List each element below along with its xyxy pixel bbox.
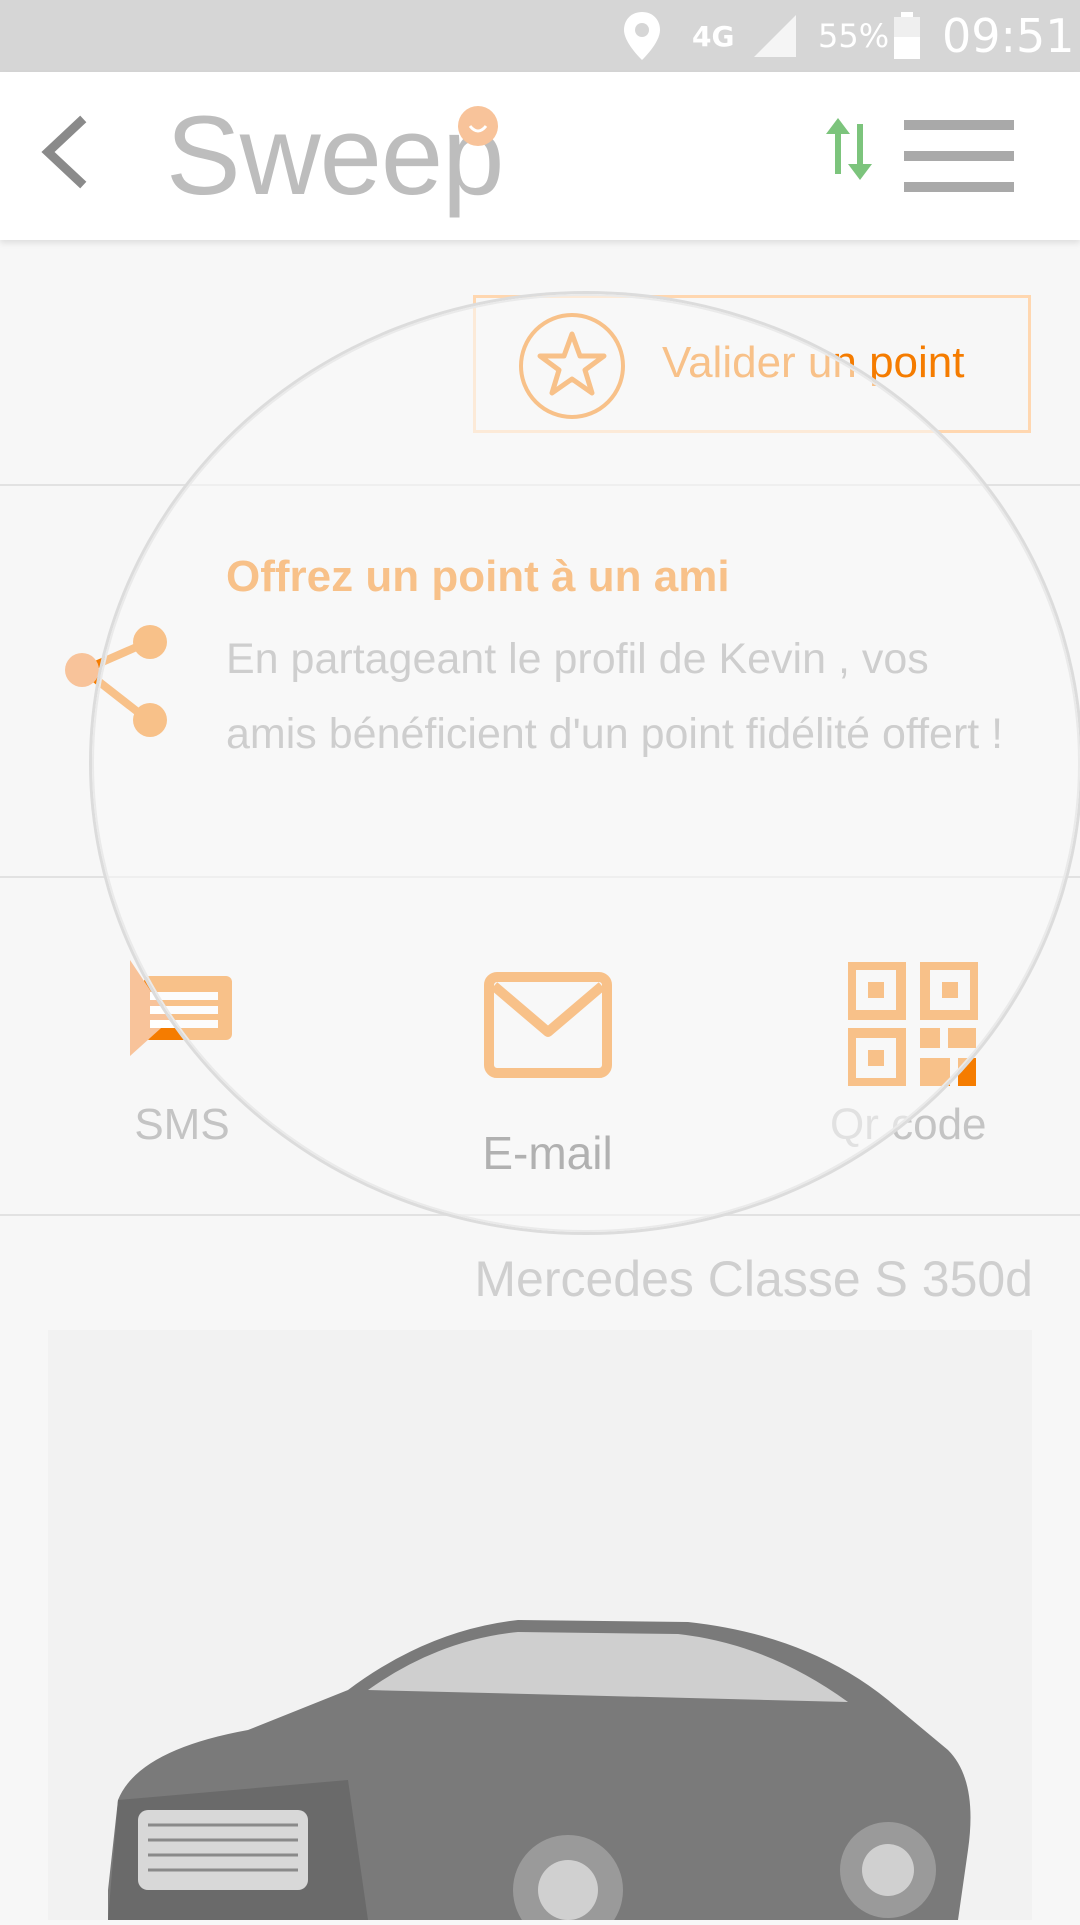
qr-code-label[interactable]: Qr code (830, 1100, 987, 1150)
divider (0, 484, 1080, 486)
location-icon (620, 0, 664, 72)
validate-point-label: Valider un point (662, 338, 965, 387)
app-bar (0, 72, 1080, 240)
product-image[interactable] (48, 1330, 1032, 1925)
offer-description: En partageant le profil de Kevin , vos a… (226, 635, 1004, 758)
sms-icon[interactable] (130, 960, 234, 1056)
divider (0, 1214, 1080, 1216)
clock: 09:51 (942, 9, 1075, 63)
sync-arrows-icon[interactable] (820, 114, 880, 184)
hamburger-menu-icon[interactable] (904, 118, 1014, 194)
battery-percent: 55% (818, 17, 890, 55)
divider (0, 876, 1080, 878)
logo-smile-icon (458, 106, 498, 146)
star-icon (518, 312, 626, 420)
email-icon[interactable] (484, 972, 612, 1078)
sms-label[interactable]: SMS (122, 1100, 242, 1150)
share-icon (62, 620, 172, 740)
battery-icon (892, 0, 922, 72)
qr-code-icon[interactable] (846, 960, 980, 1088)
network-type: 4G (692, 19, 735, 53)
app-logo: Sweep (166, 93, 504, 218)
signal-icon (752, 0, 798, 72)
product-title: Mercedes Classe S 350d (474, 1251, 1033, 1307)
status-bar: 4G 55% 09:51 (0, 0, 1080, 72)
email-label[interactable]: E-mail (440, 1126, 655, 1180)
offer-title: Offrez un point à un ami (226, 552, 730, 601)
back-arrow-icon[interactable] (28, 112, 108, 192)
